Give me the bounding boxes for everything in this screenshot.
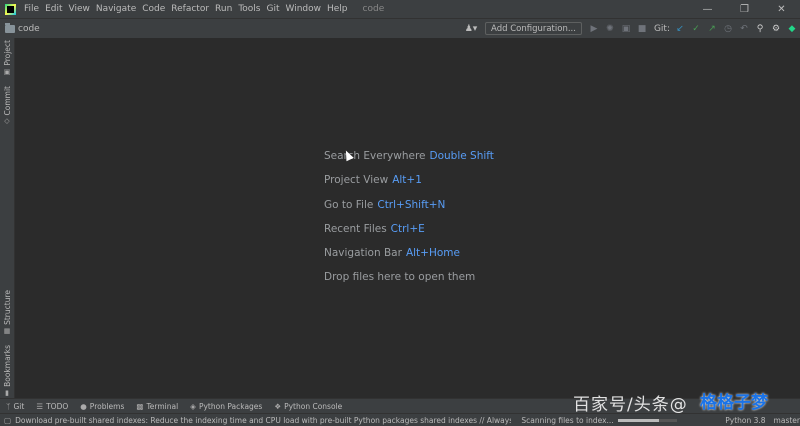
tab-project-label: Project — [2, 40, 12, 66]
left-tool-strip: Project ▣ Commit ◇ Structure ▦ Bookmarks… — [0, 38, 15, 398]
menu-tools[interactable]: Tools — [235, 0, 263, 18]
tab-bookmarks[interactable]: Bookmarks ▮ — [0, 345, 14, 397]
search-icon[interactable]: ⚲ — [752, 19, 768, 38]
git-branch[interactable]: master — [774, 416, 800, 425]
status-message[interactable]: Download pre-built shared indexes: Reduc… — [15, 416, 511, 425]
tab-project[interactable]: Project ▣ — [0, 40, 14, 76]
warning-icon: ● — [80, 402, 87, 411]
window-title: code — [362, 4, 385, 14]
git-push-icon[interactable]: ↗ — [704, 19, 720, 38]
tab-structure[interactable]: Structure ▦ — [0, 290, 14, 335]
stop-icon[interactable]: ■ — [634, 19, 650, 38]
hint-recent-files: Recent Files Ctrl+E — [324, 222, 425, 235]
navigation-bar: code ♟▾ Add Configuration... ▶ ✺ ▣ ■ Git… — [0, 18, 800, 39]
pycharm-logo-icon — [5, 3, 16, 15]
menu-view[interactable]: View — [66, 0, 93, 18]
watermark-logo-glyph: 格 — [700, 393, 717, 413]
git-branch-icon: ᛉ — [6, 402, 11, 411]
tab-commit-label: Commit — [2, 86, 12, 116]
menu-code[interactable]: Code — [139, 0, 168, 18]
tool-git[interactable]: ᛉ Git — [6, 402, 24, 411]
tool-terminal[interactable]: ▩ Terminal — [136, 402, 178, 411]
window-controls: — ❐ ✕ — [689, 0, 800, 18]
git-label: Git: — [653, 23, 670, 34]
coverage-icon[interactable]: ▣ — [618, 19, 634, 38]
user-icon[interactable]: ♟▾ — [461, 19, 481, 38]
bookmark-icon: ▮ — [5, 388, 9, 397]
hint-drop-files: Drop files here to open them — [324, 271, 476, 284]
menu-edit[interactable]: Edit — [42, 0, 65, 18]
list-icon: ☰ — [36, 402, 44, 411]
breadcrumb-project[interactable]: code — [18, 24, 40, 34]
toolbar: ♟▾ Add Configuration... ▶ ✺ ▣ ■ Git: ↙ ✓… — [461, 19, 800, 38]
tool-python-console[interactable]: ❖ Python Console — [274, 402, 342, 411]
hint-go-to-file: Go to File Ctrl+Shift+N — [324, 198, 446, 211]
watermark-logo-text: 格子梦 — [717, 393, 768, 413]
menu-run[interactable]: Run — [212, 0, 235, 18]
project-folder-icon: ▣ — [3, 67, 11, 76]
close-icon[interactable]: ✕ — [763, 0, 800, 18]
tab-commit[interactable]: Commit ◇ — [0, 86, 14, 125]
structure-icon: ▦ — [3, 326, 11, 335]
editor-hints: Search Everywhere Double Shift Project Vi… — [324, 149, 494, 295]
menu-window[interactable]: Window — [283, 0, 325, 18]
tool-python-packages[interactable]: ◈ Python Packages — [190, 402, 262, 411]
indexing-progress-bar — [617, 418, 678, 422]
minimize-icon[interactable]: — — [689, 0, 726, 18]
python-interpreter[interactable]: Python 3.8 — [725, 416, 765, 425]
indexing-progress-fill — [617, 418, 660, 422]
indexing-status[interactable]: Scanning files to index... — [521, 416, 613, 425]
hint-navigation-bar: Navigation Bar Alt+Home — [324, 247, 460, 260]
python-icon: ❖ — [274, 402, 282, 411]
menu-navigate[interactable]: Navigate — [93, 0, 139, 18]
folder-icon — [5, 22, 15, 33]
tab-bookmarks-label: Bookmarks — [2, 345, 12, 387]
jetbrains-logo-icon[interactable]: ◆ — [784, 19, 800, 38]
notification-icon[interactable]: ▢ — [4, 416, 11, 425]
menu-git[interactable]: Git — [263, 0, 282, 18]
add-configuration-button[interactable]: Add Configuration... — [485, 22, 582, 35]
watermark-logo: 格格子梦 — [700, 388, 768, 413]
run-icon[interactable]: ▶ — [586, 19, 602, 38]
hint-project-view: Project View Alt+1 — [324, 174, 422, 187]
gear-icon[interactable]: ⚙ — [768, 19, 784, 38]
restore-icon[interactable]: ❐ — [726, 0, 763, 18]
git-update-icon[interactable]: ↙ — [672, 19, 688, 38]
watermark-text: 百家号/头条@ — [573, 395, 688, 415]
tool-todo[interactable]: ☰ TODO — [36, 402, 68, 411]
terminal-icon: ▩ — [136, 402, 144, 411]
commit-icon: ◇ — [4, 117, 10, 126]
menu-help[interactable]: Help — [324, 0, 351, 18]
menu-bar: File Edit View Navigate Code Refactor Ru… — [0, 0, 800, 18]
tool-problems[interactable]: ● Problems — [80, 402, 124, 411]
package-icon: ◈ — [190, 402, 196, 411]
debug-icon[interactable]: ✺ — [602, 19, 618, 38]
menu-refactor[interactable]: Refactor — [168, 0, 212, 18]
tab-structure-label: Structure — [2, 290, 12, 325]
rollback-icon[interactable]: ↶ — [736, 19, 752, 38]
git-commit-icon[interactable]: ✓ — [688, 19, 704, 38]
history-icon[interactable]: ◷ — [720, 19, 736, 38]
menu-file[interactable]: File — [21, 0, 42, 18]
